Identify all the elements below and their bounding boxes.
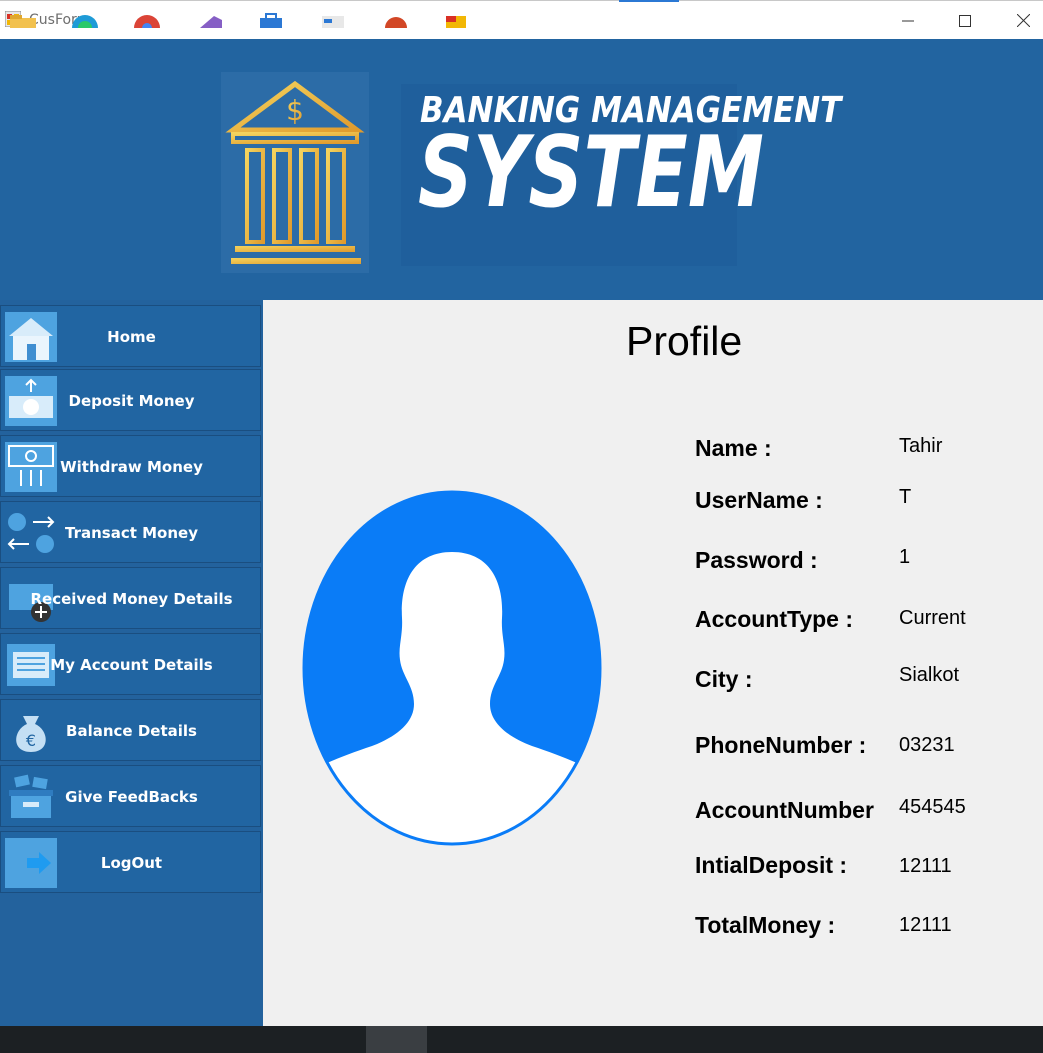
total-money-value: 12111 (899, 914, 952, 936)
password-value: 1 (899, 546, 911, 568)
sidebar-item-label: My Account Details (50, 656, 213, 674)
sidebar-item-home[interactable]: Home (0, 305, 261, 367)
store-icon[interactable] (258, 12, 284, 28)
cusform-taskbar-icon[interactable] (444, 12, 470, 28)
sidebar-item-label: Received Money Details (30, 590, 233, 608)
bank-logo: $ (221, 72, 369, 273)
banner-title-big: SYSTEM (418, 116, 764, 230)
sidebar-item-balance-details[interactable]: € Balance Details (0, 699, 261, 761)
title-bar-accent (619, 0, 679, 2)
sidebar-item-received-money-details[interactable]: Received Money Details (0, 567, 261, 629)
account-number-label: AccountNumber (695, 797, 874, 823)
sidebar: Home Deposit Money Withdraw Money Transa… (0, 300, 263, 1026)
sidebar-item-give-feedbacks[interactable]: Give FeedBacks (0, 765, 261, 827)
bank-building-icon: $ (225, 80, 365, 264)
edge-icon[interactable] (72, 12, 98, 28)
username-value: T (899, 486, 912, 508)
os-taskbar (0, 1026, 1043, 1053)
svg-text:$: $ (286, 94, 304, 127)
minimize-button[interactable] (879, 1, 937, 40)
sidebar-item-label: LogOut (100, 854, 163, 872)
city-value: Sialkot (899, 664, 960, 686)
username-label: UserName : (695, 487, 823, 513)
account-type-label: AccountType : (695, 606, 854, 632)
sidebar-item-logout[interactable]: LogOut (0, 831, 261, 893)
initial-deposit-value: 12111 (899, 855, 952, 877)
sidebar-item-my-account-details[interactable]: My Account Details (0, 633, 261, 695)
close-icon (1016, 14, 1030, 27)
sidebar-item-label: Give FeedBacks (65, 788, 198, 806)
initial-deposit-label: IntialDeposit : (695, 852, 848, 878)
file-explorer-icon[interactable] (10, 12, 36, 28)
maximize-icon (959, 14, 971, 27)
sidebar-item-label: Balance Details (66, 722, 197, 740)
app-window-icon[interactable] (320, 12, 346, 28)
account-type-value: Current (899, 607, 966, 629)
presentation-icon[interactable] (383, 12, 409, 28)
phone-number-value: 03231 (899, 734, 955, 756)
sidebar-item-transact-money[interactable]: Transact Money (0, 501, 261, 563)
close-button[interactable] (994, 1, 1043, 40)
password-label: Password : (695, 547, 818, 573)
maximize-button[interactable] (936, 1, 994, 40)
sidebar-item-label: Home (107, 328, 156, 346)
city-label: City : (695, 666, 753, 692)
sidebar-item-deposit-money[interactable]: Deposit Money (0, 369, 261, 431)
phone-number-label: PhoneNumber : (695, 732, 867, 758)
user-avatar-icon (302, 490, 602, 846)
sidebar-item-label: Deposit Money (68, 392, 195, 410)
name-value: Tahir (899, 435, 943, 457)
taskbar-active-indicator (366, 1026, 427, 1053)
visual-studio-icon[interactable] (196, 12, 222, 28)
total-money-label: TotalMoney : (695, 912, 836, 938)
page-title: Profile (626, 318, 743, 364)
minimize-icon (902, 20, 914, 21)
sidebar-item-label: Withdraw Money (60, 458, 203, 476)
account-number-value: 454545 (899, 796, 966, 818)
sidebar-item-withdraw-money[interactable]: Withdraw Money (0, 435, 261, 497)
name-label: Name : (695, 435, 772, 461)
sidebar-item-label: Transact Money (65, 524, 198, 542)
chrome-icon[interactable] (134, 12, 160, 28)
